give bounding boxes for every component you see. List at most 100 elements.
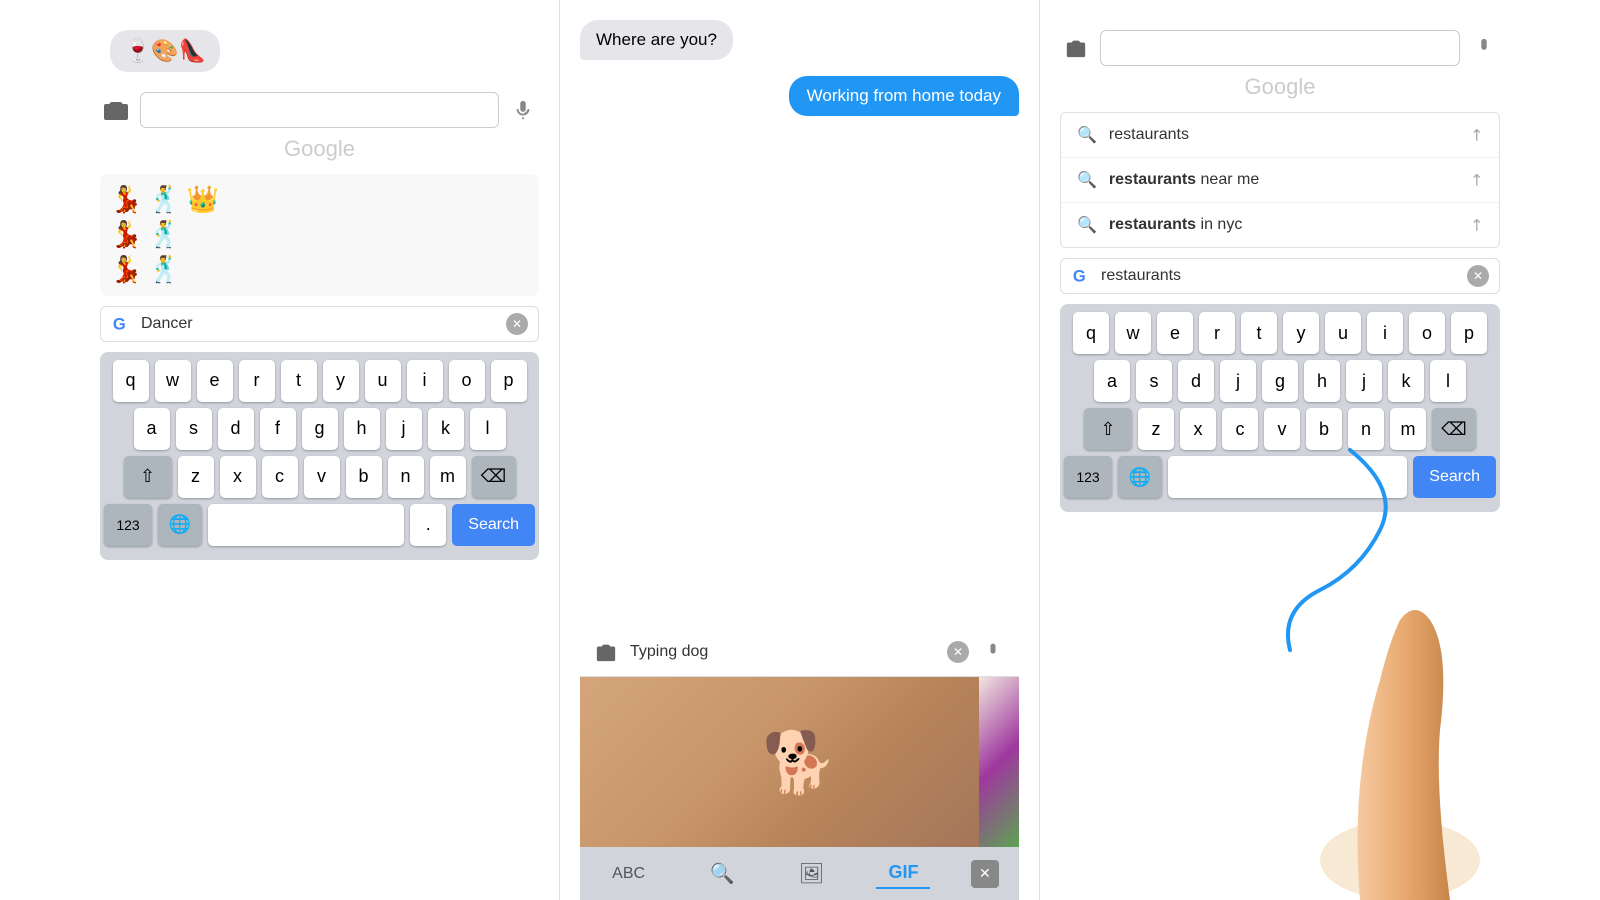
key-b[interactable]: b — [346, 456, 382, 498]
key-row-2: a s d f g h j k l — [104, 408, 535, 450]
key-p[interactable]: p — [491, 360, 527, 402]
key-p3-b[interactable]: b — [1306, 408, 1342, 450]
gboard-dancer-input[interactable] — [141, 315, 498, 333]
key-p3-p[interactable]: p — [1451, 312, 1487, 354]
tab-images[interactable]: 🖼 — [787, 857, 836, 890]
key-p3-d[interactable]: d — [1178, 360, 1214, 402]
key-s[interactable]: s — [176, 408, 212, 450]
key-p3-a[interactable]: a — [1094, 360, 1130, 402]
key-p3-v[interactable]: v — [1264, 408, 1300, 450]
key-p3-x[interactable]: x — [1180, 408, 1216, 450]
key-v[interactable]: v — [304, 456, 340, 498]
camera-icon[interactable] — [100, 94, 132, 126]
search-input-p1[interactable] — [140, 92, 499, 128]
key-g[interactable]: g — [302, 408, 338, 450]
key-o[interactable]: o — [449, 360, 485, 402]
key-row-p3-2: a s d j g h j k l — [1064, 360, 1496, 402]
search-button-p3[interactable]: Search — [1413, 456, 1496, 498]
gboard-close-button[interactable]: ✕ — [971, 860, 999, 888]
key-p3-c[interactable]: c — [1222, 408, 1258, 450]
key-p3-123[interactable]: 123 — [1064, 456, 1112, 498]
shift-key-p3[interactable]: ⇧ — [1084, 408, 1132, 450]
space-key-p3[interactable] — [1168, 456, 1407, 498]
svg-text:G: G — [113, 315, 126, 333]
key-p3-i[interactable]: i — [1367, 312, 1403, 354]
key-p3-n[interactable]: n — [1348, 408, 1384, 450]
mic-icon-p3[interactable] — [1468, 32, 1500, 64]
key-p3-j2[interactable]: j — [1346, 360, 1382, 402]
gboard-clear-p2[interactable]: ✕ — [947, 641, 969, 663]
key-p3-m[interactable]: m — [1390, 408, 1426, 450]
mic-icon-p2[interactable] — [977, 636, 1009, 668]
key-q[interactable]: q — [113, 360, 149, 402]
key-p3-s[interactable]: s — [1136, 360, 1172, 402]
key-p3-y[interactable]: y — [1283, 312, 1319, 354]
key-r[interactable]: r — [239, 360, 275, 402]
key-p3-j[interactable]: j — [1220, 360, 1256, 402]
camera-icon-p2[interactable] — [590, 636, 622, 668]
key-l[interactable]: l — [470, 408, 506, 450]
gboard-typing-input[interactable] — [630, 643, 939, 661]
key-w[interactable]: w — [155, 360, 191, 402]
key-p3-g[interactable]: g — [1262, 360, 1298, 402]
search-bar-row — [100, 92, 539, 128]
key-123[interactable]: 123 — [104, 504, 152, 546]
key-p3-k[interactable]: k — [1388, 360, 1424, 402]
keyboard-p3: q w e r t y u i o p a s d j g h j k l ⇧ … — [1060, 304, 1500, 512]
tab-gif[interactable]: GIF — [876, 858, 930, 889]
globe-key[interactable]: 🌐 — [158, 504, 202, 546]
key-t[interactable]: t — [281, 360, 317, 402]
gboard-clear-button[interactable]: ✕ — [506, 313, 528, 335]
diagonal-arrow-3: ↗ — [1464, 213, 1488, 237]
globe-key-p3[interactable]: 🌐 — [1118, 456, 1162, 498]
key-h[interactable]: h — [344, 408, 380, 450]
backspace-key-p3[interactable]: ⌫ — [1432, 408, 1476, 450]
suggestion-item-3[interactable]: 🔍 restaurants in nyc ↗ — [1061, 203, 1499, 247]
key-m[interactable]: m — [430, 456, 466, 498]
gboard-restaurants-row: G ✕ — [1060, 258, 1500, 294]
suggestion-list: 🔍 restaurants ↗ 🔍 restaurants near me ↗ … — [1060, 112, 1500, 248]
key-p3-e[interactable]: e — [1157, 312, 1193, 354]
search-button[interactable]: Search — [452, 504, 535, 546]
key-j[interactable]: j — [386, 408, 422, 450]
key-row-p3-4: 123 🌐 Search — [1064, 456, 1496, 498]
key-p3-l[interactable]: l — [1430, 360, 1466, 402]
key-p3-z[interactable]: z — [1138, 408, 1174, 450]
space-key[interactable] — [208, 504, 404, 546]
emoji-row-3: 💃 🕺 — [110, 254, 529, 285]
key-u[interactable]: u — [365, 360, 401, 402]
google-label-p1: Google — [284, 136, 355, 162]
key-row-p3-1: q w e r t y u i o p — [1064, 312, 1496, 354]
key-p3-t[interactable]: t — [1241, 312, 1277, 354]
tab-abc[interactable]: ABC — [600, 861, 657, 887]
search-input-p3[interactable] — [1100, 30, 1460, 66]
key-d[interactable]: d — [218, 408, 254, 450]
mic-icon[interactable] — [507, 94, 539, 126]
key-p3-o[interactable]: o — [1409, 312, 1445, 354]
gboard-clear-p3[interactable]: ✕ — [1467, 265, 1489, 287]
key-y[interactable]: y — [323, 360, 359, 402]
gboard-restaurants-input[interactable] — [1101, 267, 1459, 285]
key-c[interactable]: c — [262, 456, 298, 498]
suggestion-item-1[interactable]: 🔍 restaurants ↗ — [1061, 113, 1499, 158]
key-x[interactable]: x — [220, 456, 256, 498]
shift-key[interactable]: ⇧ — [124, 456, 172, 498]
key-z[interactable]: z — [178, 456, 214, 498]
backspace-key[interactable]: ⌫ — [472, 456, 516, 498]
camera-icon-p3[interactable] — [1060, 32, 1092, 64]
key-p3-h[interactable]: h — [1304, 360, 1340, 402]
period-key[interactable]: . — [410, 504, 446, 546]
key-k[interactable]: k — [428, 408, 464, 450]
key-p3-w[interactable]: w — [1115, 312, 1151, 354]
key-p3-r[interactable]: r — [1199, 312, 1235, 354]
key-f[interactable]: f — [260, 408, 296, 450]
key-i[interactable]: i — [407, 360, 443, 402]
key-p3-u[interactable]: u — [1325, 312, 1361, 354]
key-e[interactable]: e — [197, 360, 233, 402]
gboard-top-bar: ✕ — [580, 628, 1019, 677]
tab-search[interactable]: 🔍 — [697, 857, 746, 890]
suggestion-item-2[interactable]: 🔍 restaurants near me ↗ — [1061, 158, 1499, 203]
key-p3-q[interactable]: q — [1073, 312, 1109, 354]
key-n[interactable]: n — [388, 456, 424, 498]
key-a[interactable]: a — [134, 408, 170, 450]
